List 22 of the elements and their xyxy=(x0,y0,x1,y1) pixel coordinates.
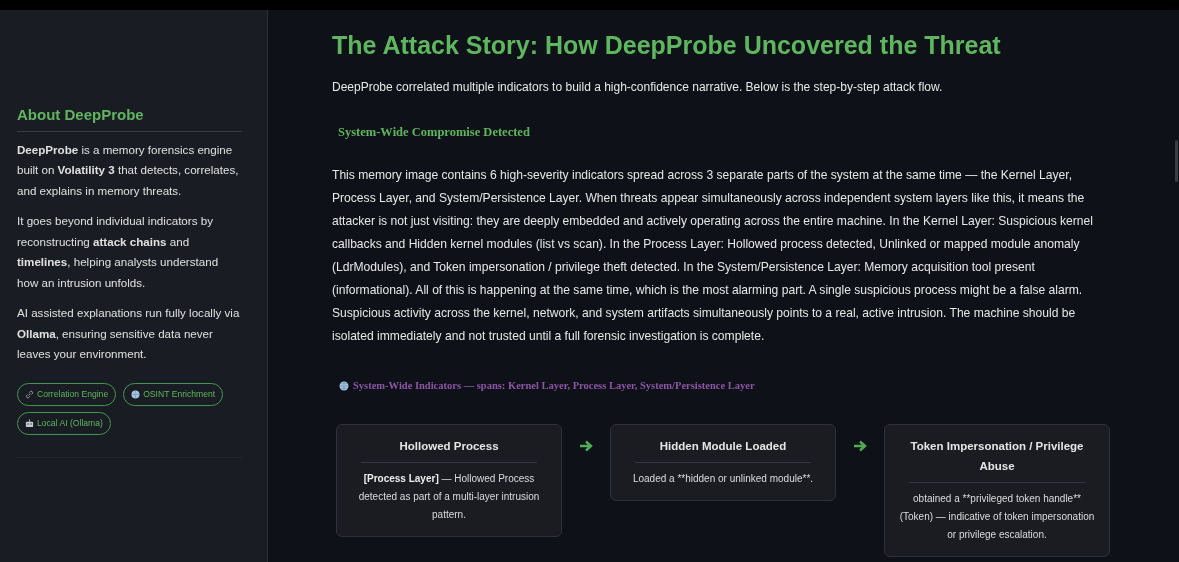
sidebar-heading: About DeepProbe xyxy=(17,104,242,132)
sidebar-paragraph: DeepProbe is a memory forensics engine built on Volatility 3 that detects, correlates, and explains in memory threats. xyxy=(17,141,240,199)
step-title: Hidden Module Loaded xyxy=(635,435,811,463)
robot-icon xyxy=(25,418,34,428)
arrow-icon xyxy=(853,439,867,452)
globe-icon xyxy=(131,389,141,399)
step-title: Token Impersonation / Privilege Abuse xyxy=(909,435,1085,483)
scrollbar-thumb xyxy=(1175,140,1178,182)
step-description: [Process Layer] — Hollowed Process detected as part of a multi-layer intrusion pattern. xyxy=(357,471,541,522)
sidebar-paragraph: It goes beyond individual indicators by reconstructing attack chains and timelines, helping analysts understand how an intrusion unfolds. xyxy=(17,213,220,291)
summary-paragraph: This memory image contains 6 high-severity indicators spread across 3 separate parts of the system at the same time — the Kernel Layer, Process Layer, and System/Persistence Layer. When threats appear simultaneously across independent system layers like this, it means the attacker is not just visiting: they are deeply embedded and actively operating across the entire machine. In the Kernel Layer: Suspicious kernel callbacks and Hidden kernel modules (list vs scan). In the Process Layer: Hollowed process detected, Unlinked or mapped module anomaly (LdrModules), and Token impersonation / privilege theft detected. In the System/Persistence Layer: Memory acquisition tool present (informational). All of this is happening at the same time, which is the most alarming part. A single suspicious process might be a false alarm. Suspicious activity across the kernel, network, and system artifacts simultaneously points to a real, active intrusion. The machine should be isolated immediately and not trusted until a full forensic investigation is complete. xyxy=(332,166,1094,345)
sidebar-paragraph: AI assisted explanations run fully locally via Ollama, ensuring sensitive data never leaves your environment. xyxy=(17,305,241,362)
alert-heading: System-Wide Compromise Detected xyxy=(338,124,531,141)
globe-icon xyxy=(339,380,349,391)
step-description: Loaded a **hidden or unlinked module**. xyxy=(631,471,815,486)
page-title: The Attack Story: How DeepProbe Uncovered the Threat xyxy=(332,30,1002,61)
step-title: Hollowed Process xyxy=(361,435,537,463)
link-icon xyxy=(25,389,34,399)
intro-text: DeepProbe correlated multiple indicators to build a high-confidence narrative. Below is the step-by-step attack flow. xyxy=(332,79,944,96)
step-description: obtained a **privileged token handle** (Token) — indicative of token impersonation or privilege escalation. xyxy=(899,491,1095,542)
arrow-icon xyxy=(579,439,593,452)
indicators-line: System-Wide Indicators — spans: Kernel Layer, Process Layer, System/Persistence Layer xyxy=(353,378,755,393)
